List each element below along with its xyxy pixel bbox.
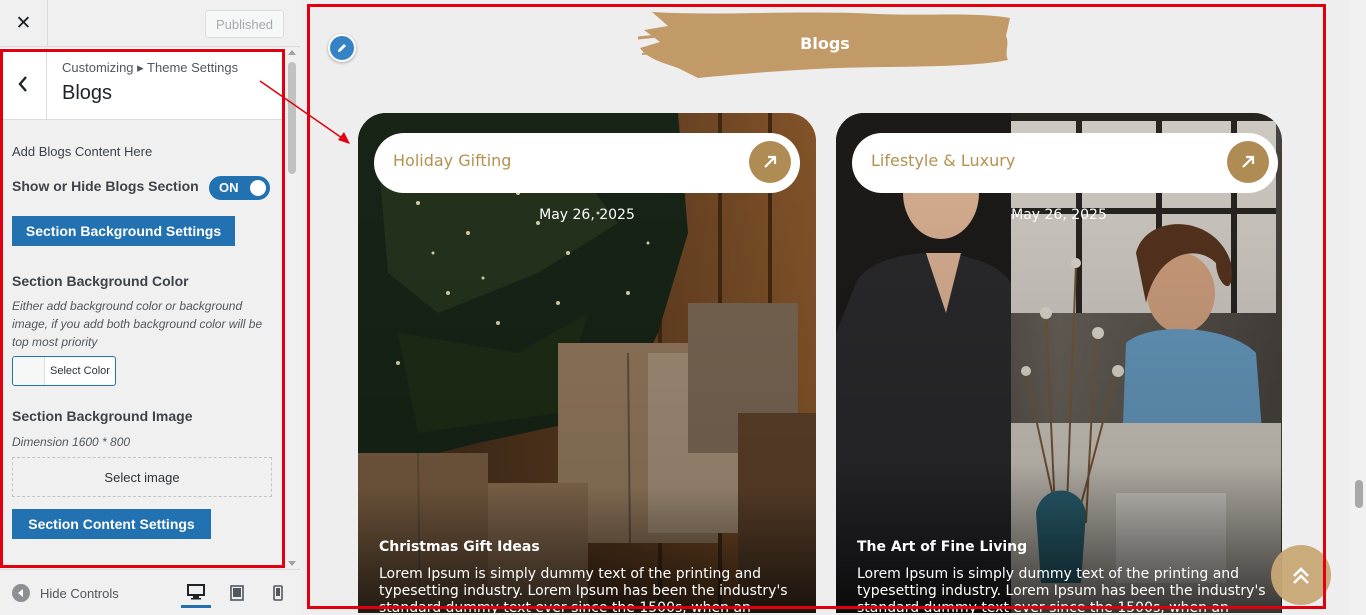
preview-scroll-thumb[interactable]	[1355, 480, 1363, 508]
section-content-settings-button[interactable]: Section Content Settings	[12, 509, 211, 539]
scroll-down-icon[interactable]	[288, 561, 296, 566]
panel-header: Customizing ▸ Theme Settings Blogs	[0, 48, 284, 120]
back-button[interactable]	[0, 48, 47, 119]
post-date: May 26, 2025	[1011, 207, 1107, 223]
post-title[interactable]: The Art of Fine Living	[857, 539, 1027, 555]
blog-card[interactable]: Lifestyle & Luxury May 26, 2025 The Art …	[836, 113, 1282, 613]
mobile-preview-button[interactable]	[263, 578, 293, 608]
preview-scrollbar[interactable]	[1351, 0, 1366, 615]
customizer-sidebar: ✕ Published Customizing ▸ Theme Settings…	[0, 0, 300, 615]
toggle-knob	[250, 180, 266, 196]
category-label: Lifestyle & Luxury	[871, 151, 1016, 170]
section-title: Blogs	[800, 34, 850, 53]
mobile-icon	[273, 585, 283, 601]
panel-title: Blogs	[62, 82, 113, 104]
scroll-to-top-button[interactable]	[1271, 545, 1331, 605]
double-chevron-up-icon	[1293, 567, 1309, 584]
desktop-icon	[187, 583, 205, 599]
select-image-button[interactable]: Select image	[12, 457, 272, 497]
section-background-settings-button[interactable]: Section Background Settings	[12, 216, 235, 246]
customizer-header: ✕ Published	[0, 0, 300, 47]
tablet-icon	[230, 585, 244, 601]
post-date: May 26, 2025	[539, 207, 635, 223]
hide-controls-label: Hide Controls	[40, 585, 119, 601]
edit-shortcut-pencil-icon[interactable]	[328, 34, 356, 62]
show-hide-label: Show or Hide Blogs Section	[12, 178, 199, 194]
chevron-left-icon	[18, 75, 27, 92]
select-color-label: Select Color	[50, 365, 110, 377]
desktop-preview-button[interactable]	[181, 578, 211, 608]
arrow-up-right-icon[interactable]	[749, 141, 791, 183]
post-excerpt: Lorem Ipsum is simply dummy text of the …	[379, 566, 788, 613]
sidebar-scrollbar[interactable]	[284, 48, 300, 568]
collapse-icon	[12, 584, 30, 602]
breadcrumb: Customizing ▸ Theme Settings	[62, 60, 239, 75]
add-blogs-text: Add Blogs Content Here	[12, 144, 153, 159]
bg-color-help: Either add background color or backgroun…	[12, 299, 263, 349]
bg-image-label: Section Background Image	[12, 408, 193, 424]
publish-button[interactable]: Published	[205, 10, 284, 38]
arrow-up-right-icon[interactable]	[1227, 141, 1269, 183]
show-hide-toggle[interactable]: ON	[209, 176, 270, 200]
blogs-panel: Customizing ▸ Theme Settings Blogs Add B…	[0, 48, 284, 568]
blog-card[interactable]: Holiday Gifting May 26, 2025 Christmas G…	[358, 113, 816, 613]
category-pill[interactable]: Holiday Gifting	[374, 133, 800, 193]
scroll-thumb[interactable]	[288, 62, 296, 174]
color-swatch	[13, 357, 45, 385]
select-color-button[interactable]: Select Color	[12, 356, 116, 386]
bg-image-dimension: Dimension 1600 * 800	[12, 435, 131, 449]
hide-controls-button[interactable]: Hide Controls	[12, 584, 119, 602]
post-title[interactable]: Christmas Gift Ideas	[379, 539, 540, 555]
scroll-up-icon[interactable]	[288, 50, 296, 55]
category-label: Holiday Gifting	[393, 151, 512, 170]
toggle-state: ON	[219, 180, 239, 195]
bg-color-label: Section Background Color	[12, 273, 189, 289]
customizer-footer: Hide Controls	[0, 569, 300, 615]
close-icon[interactable]: ✕	[0, 0, 48, 46]
tablet-preview-button[interactable]	[222, 578, 252, 608]
category-pill[interactable]: Lifestyle & Luxury	[852, 133, 1278, 193]
post-excerpt: Lorem Ipsum is simply dummy text of the …	[857, 566, 1266, 613]
